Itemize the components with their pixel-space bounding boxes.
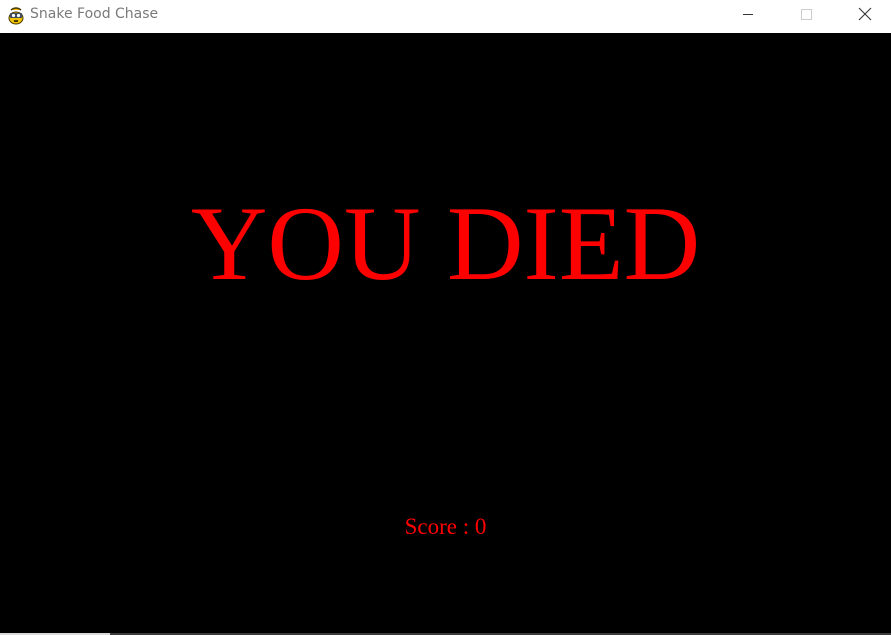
close-button[interactable]	[842, 0, 888, 30]
app-window: Snake Food Chase YOU DIED Score : 0	[0, 0, 891, 635]
game-over-headline: YOU DIED	[190, 185, 701, 302]
score-display: Score : 0	[404, 514, 487, 539]
pygame-snake-icon	[6, 5, 26, 25]
close-icon	[858, 7, 872, 21]
maximize-button[interactable]	[783, 0, 829, 30]
game-canvas[interactable]: YOU DIED Score : 0	[0, 33, 891, 633]
title-bar[interactable]: Snake Food Chase	[0, 0, 891, 32]
minimize-button[interactable]	[725, 0, 771, 30]
minimize-icon	[743, 14, 753, 15]
maximize-icon	[801, 9, 812, 20]
window-title: Snake Food Chase	[30, 6, 159, 22]
